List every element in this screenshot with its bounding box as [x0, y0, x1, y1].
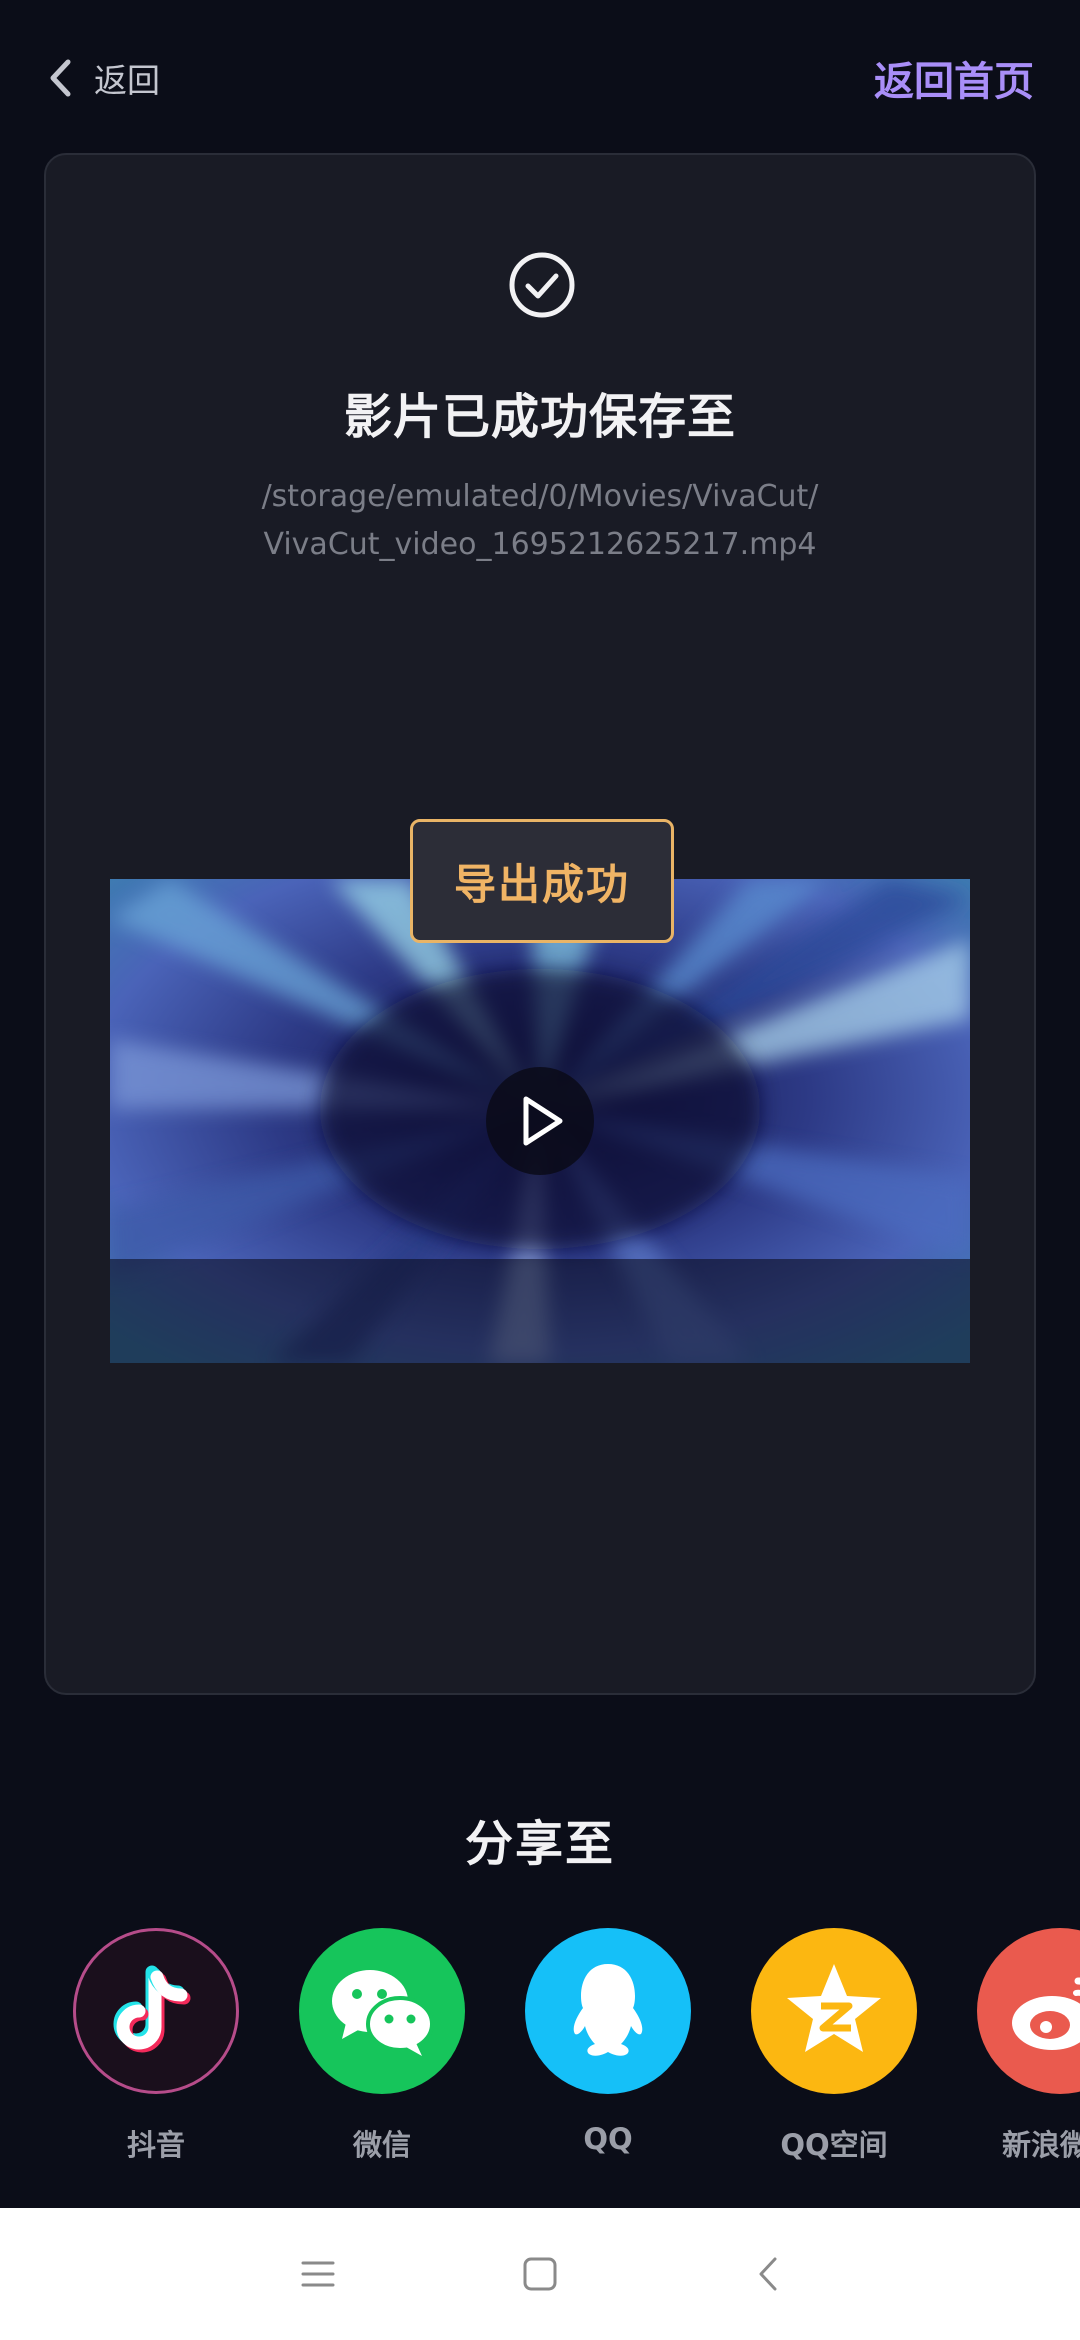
share-wechat[interactable]: 微信 [282, 1928, 482, 2164]
chevron-left-icon [44, 56, 78, 100]
qq-icon [525, 1928, 691, 2094]
check-circle-icon [508, 251, 576, 319]
back-chevron-icon[interactable] [740, 2246, 796, 2302]
save-path: /storage/emulated/0/Movies/VivaCut/ Viva… [46, 473, 1034, 569]
share-title: 分享至 [464, 1816, 615, 1872]
share-qq-label: QQ [583, 2122, 633, 2156]
video-preview[interactable] [110, 879, 970, 1363]
weibo-icon [977, 1928, 1080, 2094]
douyin-icon [73, 1928, 239, 2094]
menu-icon[interactable] [290, 2246, 346, 2302]
save-path-line-1: /storage/emulated/0/Movies/VivaCut/ [261, 479, 819, 514]
share-douyin-label: 抖音 [126, 2128, 185, 2162]
share-douyin[interactable]: 抖音 [56, 1928, 256, 2164]
system-nav-bar [0, 2208, 1080, 2340]
save-path-line-2: VivaCut_video_1695212625217.mp4 [263, 527, 817, 562]
play-button[interactable] [486, 1067, 594, 1175]
share-qzone[interactable]: QQ空间 [734, 1928, 934, 2164]
result-card: 影片已成功保存至 /storage/emulated/0/Movies/Viva… [44, 153, 1036, 1695]
back-button[interactable]: 返回 [44, 48, 160, 108]
qzone-icon [751, 1928, 917, 2094]
share-weibo-label: 新浪微博 [1001, 2128, 1080, 2162]
back-label: 返回 [94, 61, 160, 100]
top-bar: 返回 返回首页 [0, 0, 1080, 155]
export-success-toast: 导出成功 [410, 819, 674, 943]
share-qq[interactable]: QQ [508, 1928, 708, 2156]
play-icon [523, 1096, 563, 1146]
share-targets: 抖音 微信 QQ QQ空间 新浪微 [0, 1928, 1080, 2168]
home-square-icon[interactable] [512, 2246, 568, 2302]
export-result-screen: 返回 返回首页 影片已成功保存至 /storage/emulated/0/Mov… [0, 0, 1080, 2340]
share-wechat-label: 微信 [352, 2128, 411, 2162]
wechat-icon [299, 1928, 465, 2094]
share-weibo[interactable]: 新浪微博 [960, 1928, 1080, 2164]
save-success-title: 影片已成功保存至 [343, 389, 736, 445]
share-qzone-label: QQ空间 [780, 2128, 888, 2162]
back-to-home-button[interactable]: 返回首页 [874, 48, 1034, 108]
